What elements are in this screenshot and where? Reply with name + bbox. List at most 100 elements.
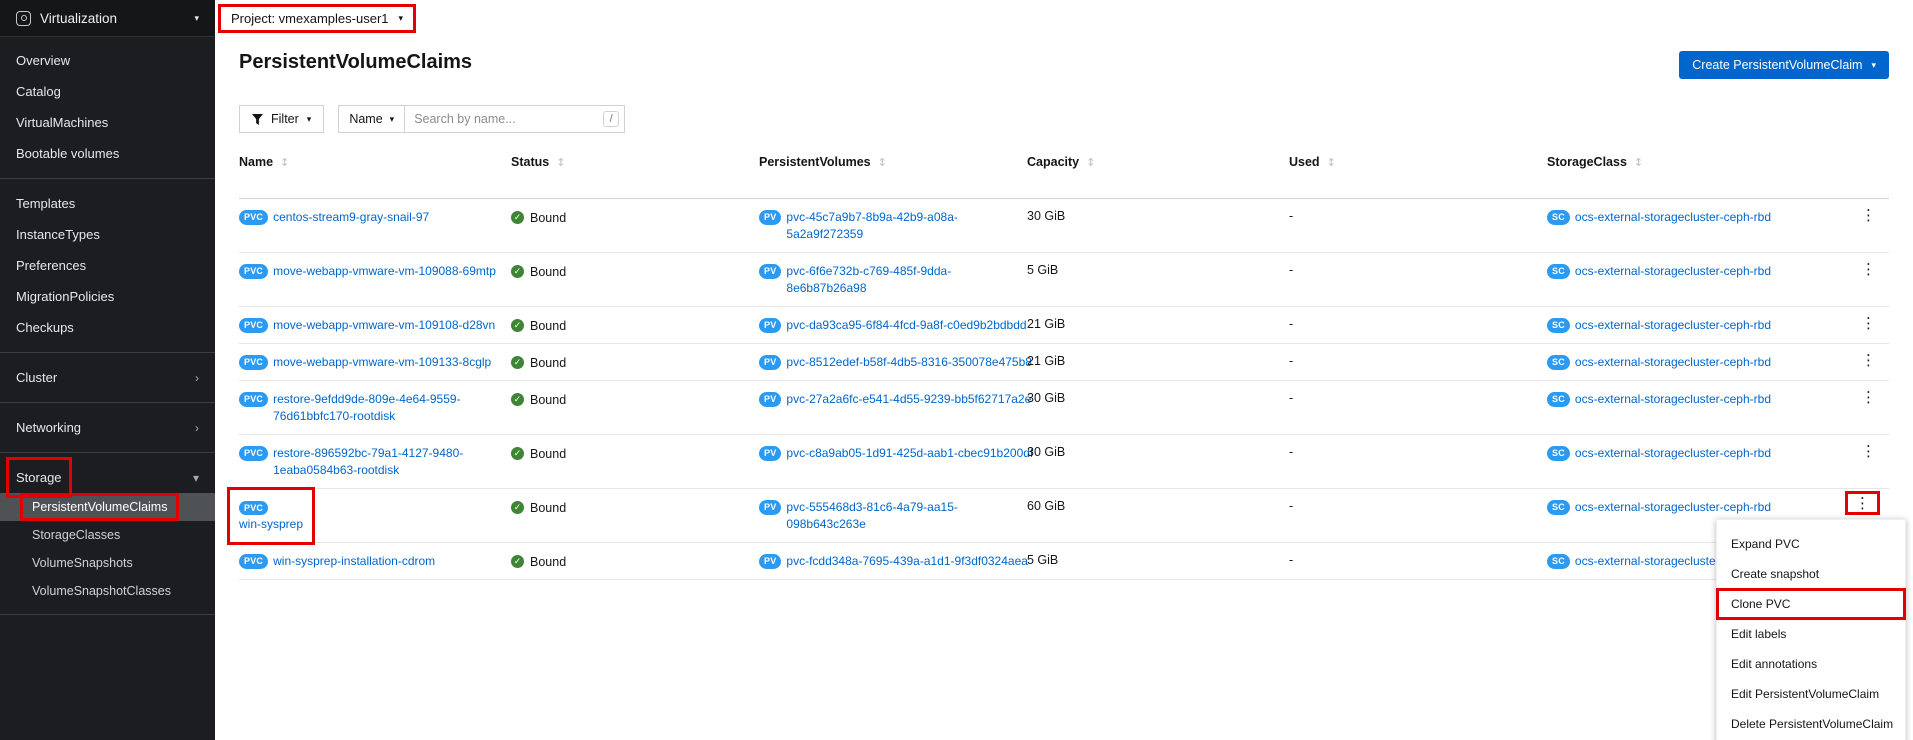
sidebar-item-cluster[interactable]: Cluster› <box>0 362 215 393</box>
pvc-name-link[interactable]: win-sysprep-installation-cdrom <box>273 553 435 570</box>
storageclass-link[interactable]: ocs-external-storagecluster-ceph-rbd <box>1575 354 1771 371</box>
column-header-storageclass: StorageClass↕ <box>1547 155 1847 169</box>
column-header-button[interactable]: Used↕ <box>1289 155 1336 169</box>
pvc-name-link[interactable]: win-sysprep <box>239 516 303 533</box>
menu-item-edit-persistentvolumeclaim[interactable]: Edit PersistentVolumeClaim <box>1717 679 1905 709</box>
link-line: pvc-fcdd348a-7695-439a-a1d1-9f3df0324aea <box>786 553 1028 570</box>
table-row-move-webapp-vmware-vm-109133-8cglp: PVCmove-webapp-vmware-vm-109133-8cglp✓Bo… <box>239 344 1889 381</box>
pvc-name-link[interactable]: move-webapp-vmware-vm-109088-69mtp <box>273 263 496 280</box>
sidebar-item-preferences[interactable]: Preferences <box>0 250 215 281</box>
sidebar-divider <box>0 402 215 403</box>
capacity-value: 30 GiB <box>1027 209 1065 223</box>
link-line: pvc-da93ca95-6f84-4fcd-9a8f-c0ed9b2bdbdd <box>786 317 1026 334</box>
kebab-menu-button[interactable]: ⋮ <box>1855 441 1882 461</box>
storageclass-link[interactable]: ocs-external-storagecluster-ceph-rbd <box>1575 445 1771 462</box>
menu-item-create-snapshot[interactable]: Create snapshot <box>1717 559 1905 589</box>
kebab-menu-button[interactable]: ⋮ <box>1855 387 1882 407</box>
pv-badge: PV <box>759 446 781 461</box>
row-actions-cell: ⋮ <box>1847 199 1889 225</box>
link-line: 5a2a9f272359 <box>786 226 957 243</box>
chevron-down-icon: ▾ <box>390 115 395 124</box>
used-value: - <box>1289 553 1293 567</box>
capacity-cell: 21 GiB <box>1027 307 1289 341</box>
sidebar-item-persistentvolumeclaims[interactable]: PersistentVolumeClaims <box>0 493 215 521</box>
persistentvolume-link[interactable]: pvc-fcdd348a-7695-439a-a1d1-9f3df0324aea <box>786 553 1028 570</box>
storageclass-link[interactable]: ocs-external-storagecluster-ceph-rbd <box>1575 499 1771 516</box>
pvc-name-link[interactable]: centos-stream9-gray-snail-97 <box>273 209 429 226</box>
sidebar-item-catalog[interactable]: Catalog <box>0 76 215 107</box>
create-persistentvolumeclaim-button[interactable]: Create PersistentVolumeClaim ▾ <box>1679 51 1889 79</box>
capacity-value: 5 GiB <box>1027 263 1058 277</box>
capacity-cell: 30 GiB <box>1027 199 1289 243</box>
status-label: Bound <box>530 356 566 370</box>
menu-item-edit-labels[interactable]: Edit labels <box>1717 619 1905 649</box>
menu-item-edit-annotations[interactable]: Edit annotations <box>1717 649 1905 679</box>
pv-badge: PV <box>759 392 781 407</box>
sidebar-item-networking[interactable]: Networking› <box>0 412 215 443</box>
storageclass-link[interactable]: ocs-external-storagecluster-ceph-rbd <box>1575 317 1771 334</box>
pvc-name-link[interactable]: move-webapp-vmware-vm-109133-8cglp <box>273 354 491 371</box>
search-input[interactable] <box>405 105 625 133</box>
sidebar-item-storage[interactable]: Storage▾ <box>0 462 215 493</box>
sidebar-item-templates[interactable]: Templates <box>0 188 215 219</box>
persistentvolume-link[interactable]: pvc-555468d3-81c6-4a79-aa15-098b643c263e <box>786 499 957 533</box>
chevron-down-icon: ▾ <box>193 472 199 484</box>
sidebar-item-label: Catalog <box>16 84 61 99</box>
persistentvolume-link[interactable]: pvc-da93ca95-6f84-4fcd-9a8f-c0ed9b2bdbdd <box>786 317 1026 334</box>
sidebar-item-overview[interactable]: Overview <box>0 45 215 76</box>
name-filter-dropdown[interactable]: Name ▾ <box>338 105 405 133</box>
persistentvolume-link[interactable]: pvc-45c7a9b7-8b9a-42b9-a08a-5a2a9f272359 <box>786 209 957 243</box>
filter-button[interactable]: Filter ▾ <box>239 105 324 133</box>
column-header-button[interactable]: Name↕ <box>239 155 289 169</box>
sidebar-item-bootable-volumes[interactable]: Bootable volumes <box>0 138 215 169</box>
link-line: ocs-external-storagecluster-ceph-rbd <box>1575 354 1771 371</box>
create-button-label: Create PersistentVolumeClaim <box>1692 58 1862 72</box>
persistentvolume-link[interactable]: pvc-27a2a6fc-e541-4d55-9239-bb5f62717a2e <box>786 391 1031 408</box>
used-cell: - <box>1289 435 1547 479</box>
storageclass-link[interactable]: ocs-external-storagecluster-ceph-rbd <box>1575 209 1771 226</box>
perspective-switcher[interactable]: Virtualization ▾ <box>0 0 215 37</box>
sidebar-item-volumesnapshots[interactable]: VolumeSnapshots <box>0 549 215 577</box>
persistentvolume-link[interactable]: pvc-6f6e732b-c769-485f-9dda-8e6b87b26a98 <box>786 263 951 297</box>
pvc-table: Name↕ Status↕ PersistentVolumes↕ Capacity↕ U… <box>239 155 1889 580</box>
kebab-menu-button[interactable]: ⋮ <box>1855 313 1882 333</box>
column-header-button[interactable]: Status↕ <box>511 155 565 169</box>
storageclass-link[interactable]: ocs-external-storagecluster-ceph-rbd <box>1575 391 1771 408</box>
sidebar-item-checkups[interactable]: Checkups <box>0 312 215 343</box>
filter-toolbar: Filter ▾ Name ▾ / <box>239 105 1889 133</box>
row-actions-cell: ⋮ <box>1847 307 1889 333</box>
kebab-menu-button[interactable]: ⋮ <box>1855 205 1882 225</box>
project-selector[interactable]: Project: vmexamples-user1 ▾ <box>221 7 413 30</box>
status-value: ✓Bound <box>511 555 566 569</box>
sc-badge: SC <box>1547 318 1570 333</box>
project-selector-label: Project: vmexamples-user1 <box>231 11 389 26</box>
column-header-button[interactable]: Capacity↕ <box>1027 155 1095 169</box>
sidebar-item-storageclasses[interactable]: StorageClasses <box>0 521 215 549</box>
sidebar-item-migrationpolicies[interactable]: MigrationPolicies <box>0 281 215 312</box>
kebab-menu-button[interactable]: ⋮ <box>1855 350 1882 370</box>
persistentvolume-cell: PVpvc-6f6e732b-c769-485f-9dda-8e6b87b26a… <box>759 253 1027 306</box>
pvc-name-link[interactable]: move-webapp-vmware-vm-109108-d28vn <box>273 317 495 334</box>
table-body: PVCcentos-stream9-gray-snail-97✓BoundPVp… <box>239 199 1889 580</box>
column-header-button[interactable]: PersistentVolumes↕ <box>759 155 887 169</box>
persistentvolume-link[interactable]: pvc-c8a9ab05-1d91-425d-aab1-cbec91b200df <box>786 445 1033 462</box>
persistentvolume-link[interactable]: pvc-8512edef-b58f-4db5-8316-350078e475b8 <box>786 354 1032 371</box>
menu-item-clone-pvc[interactable]: Clone PVC <box>1717 589 1905 619</box>
pvc-name-link[interactable]: restore-896592bc-79a1-4127-9480-1eaba058… <box>273 445 463 479</box>
kebab-menu-button[interactable]: ⋮ <box>1855 259 1882 279</box>
menu-item-expand-pvc[interactable]: Expand PVC <box>1717 529 1905 559</box>
link-line: pvc-6f6e732b-c769-485f-9dda- <box>786 263 951 280</box>
sidebar-item-instancetypes[interactable]: InstanceTypes <box>0 219 215 250</box>
storageclass-link[interactable]: ocs-external-storagecluster-ceph-rbd <box>1575 263 1771 280</box>
sidebar-item-virtualmachines[interactable]: VirtualMachines <box>0 107 215 138</box>
kebab-dropdown-menu: Expand PVCCreate snapshotClone PVCEdit l… <box>1716 519 1906 740</box>
column-header-button[interactable]: StorageClass↕ <box>1547 155 1643 169</box>
pvc-name-link[interactable]: restore-9efdd9de-809e-4e64-9559-76d61bbf… <box>273 391 460 425</box>
sidebar-nav: Overview Catalog VirtualMachinesBootable v… <box>0 37 215 624</box>
sidebar-item-volumesnapshotclasses[interactable]: VolumeSnapshotClasses <box>0 577 215 605</box>
status-label: Bound <box>530 447 566 461</box>
sort-arrows-icon: ↕ <box>556 156 565 169</box>
sidebar-subitem-label: VolumeSnapshots <box>32 556 133 570</box>
kebab-menu-button[interactable]: ⋮ <box>1848 494 1877 512</box>
menu-item-delete-persistentvolumeclaim[interactable]: Delete PersistentVolumeClaim <box>1717 709 1905 739</box>
